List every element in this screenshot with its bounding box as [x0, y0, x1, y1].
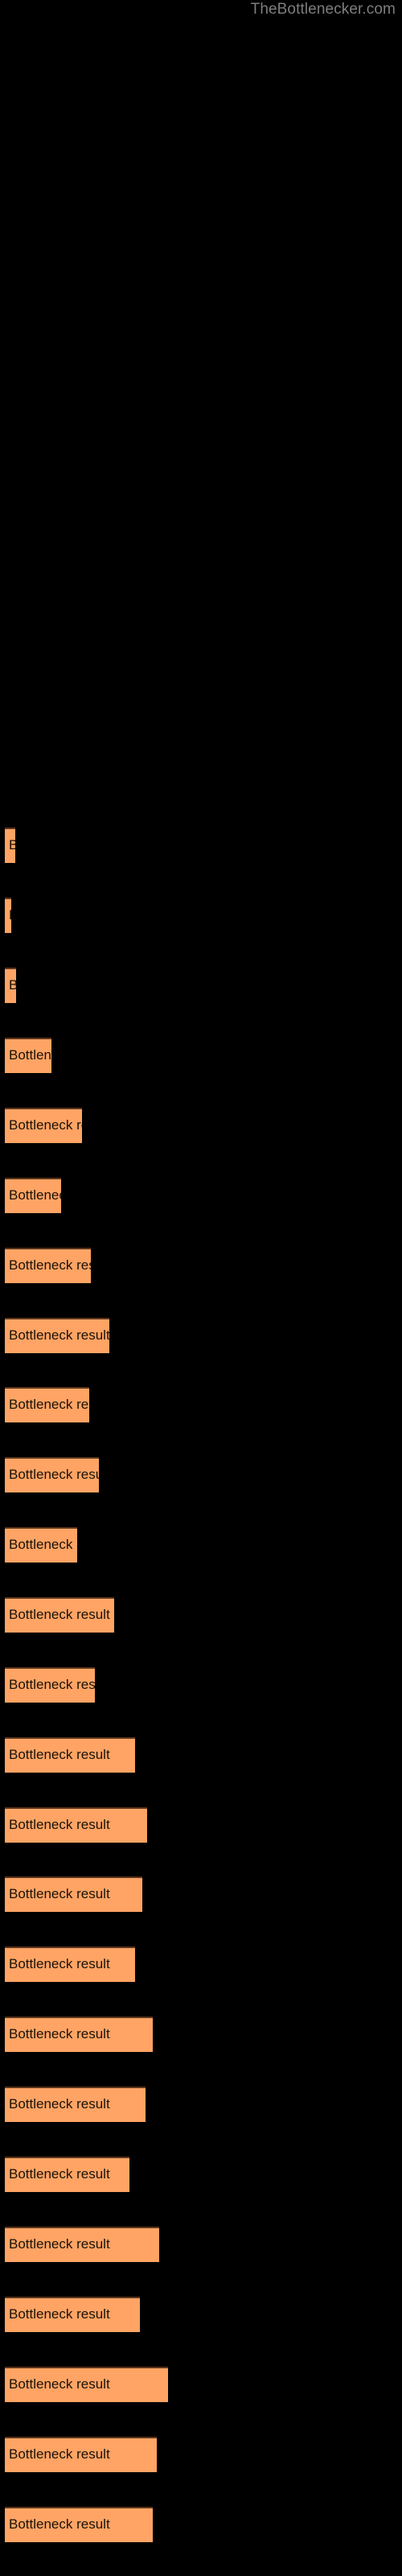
bar-label: Bottleneck result — [9, 1677, 95, 1692]
bar-bottleneck-result[interactable]: Bottleneck result — [5, 1457, 99, 1492]
bar-bottleneck-result[interactable]: Bottleneck result — [5, 1876, 142, 1912]
bar-label: Bottleneck result — [9, 1537, 77, 1552]
bar-label: Bottleneck result — [9, 2376, 110, 2392]
bar-bottleneck-result[interactable]: Bottleneck result — [5, 1178, 61, 1213]
bar-label: Bottleneck result — [9, 1886, 110, 1901]
bar-label: Bottleneck result — [9, 1607, 110, 1622]
bar-label: Bottleneck result — [9, 836, 15, 854]
bar-bottleneck-result[interactable]: Bottleneck result — [5, 1807, 147, 1843]
bar-label: Bottleneck result — [9, 1467, 99, 1482]
bar-bottleneck-result[interactable]: Bottleneck result — [5, 2227, 159, 2262]
bar-label: Bottleneck result — [9, 2096, 110, 2112]
bar-label: Bottleneck result — [9, 1117, 82, 1133]
bar-label: Bottleneck result — [9, 1257, 91, 1273]
bar-bottleneck-result[interactable]: Bottleneck result — [5, 1248, 91, 1283]
bar-label: Bottleneck result — [9, 1956, 110, 1971]
bar-label: Bottleneck result — [9, 2306, 110, 2322]
bar-bottleneck-result[interactable]: Bottleneck result — [5, 1946, 135, 1982]
bottleneck-bar-chart: Bottleneck result Bottleneck result Bottle… — [0, 0, 402, 2576]
bar-label: Bottleneck result — [9, 2026, 110, 2041]
bar-label: Bottleneck result — [9, 1747, 110, 1762]
bar-bottleneck-result[interactable]: Bottleneck result — [5, 1108, 82, 1143]
bar-bottleneck-result[interactable]: Bottleneck result — [5, 898, 11, 933]
bar-bottleneck-result[interactable]: Bottleneck result — [5, 2017, 153, 2052]
bar-label: Bottleneck result — [9, 2166, 110, 2182]
bar-label: Bottleneck result — [9, 2446, 110, 2462]
bar-bottleneck-result[interactable]: Bottleneck result — [5, 1387, 89, 1422]
bar-label: Bottleneck result — [9, 2236, 110, 2252]
bar-label: Bottleneck result — [9, 1047, 51, 1063]
bar-bottleneck-result[interactable]: Bottleneck result — [5, 968, 16, 1003]
bar-label: Bottleneck result — [9, 2516, 110, 2532]
bar-bottleneck-result[interactable]: Bottleneck result — [5, 1038, 51, 1073]
bar-label: Bottleneck result — [9, 1817, 110, 1832]
bar-bottleneck-result[interactable]: Bottleneck result — [5, 1667, 95, 1703]
bar-label: Bottleneck result — [9, 906, 11, 924]
bar-label: Bottleneck result — [9, 976, 16, 994]
bar-bottleneck-result[interactable]: Bottleneck result — [5, 2507, 153, 2542]
bar-bottleneck-result[interactable]: Bottleneck result — [5, 1597, 114, 1633]
bar-label: Bottleneck result — [9, 1327, 109, 1343]
bar-bottleneck-result[interactable]: Bottleneck result — [5, 1737, 135, 1773]
bar-bottleneck-result[interactable]: Bottleneck result — [5, 2157, 129, 2192]
page-root: TheBottlenecker.com Bottleneck resultBot… — [0, 0, 402, 2576]
bar-bottleneck-result[interactable]: Bottleneck result — [5, 1527, 77, 1563]
bar-bottleneck-result[interactable]: Bottleneck result — [5, 2297, 140, 2332]
bar-label: Bottleneck result — [9, 1187, 61, 1203]
bar-bottleneck-result[interactable]: Bottleneck result — [5, 1318, 109, 1353]
bar-bottleneck-result[interactable]: Bottleneck result — [5, 2367, 168, 2402]
bar-bottleneck-result[interactable]: Bottleneck result — [5, 828, 15, 863]
bar-bottleneck-result[interactable]: Bottleneck result — [5, 2437, 157, 2472]
bar-bottleneck-result[interactable]: Bottleneck result — [5, 2087, 146, 2122]
bar-label: Bottleneck result — [9, 1397, 89, 1412]
